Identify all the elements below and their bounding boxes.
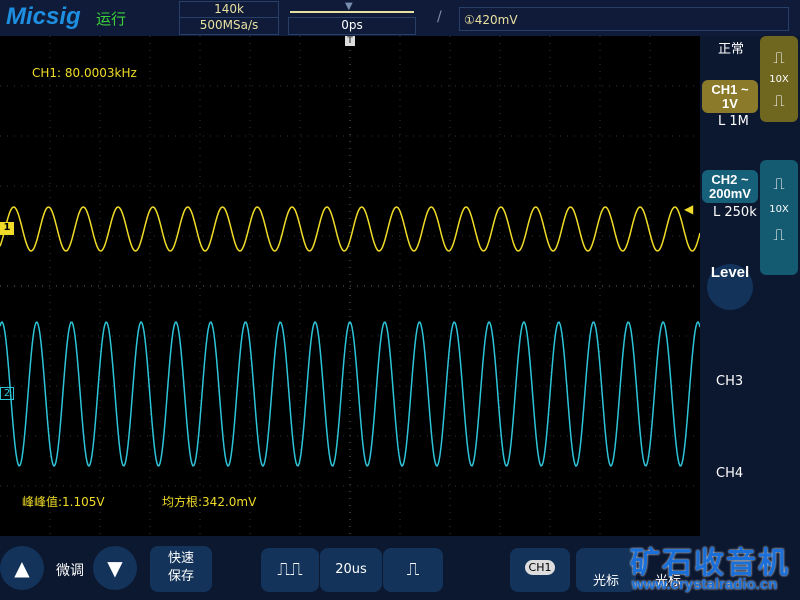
timebase-increase-button[interactable]: ⎍ xyxy=(383,548,443,592)
ch2-settings[interactable]: CH2 ~200mV xyxy=(702,170,758,203)
ch1-waveform xyxy=(0,206,701,252)
ch2-probe: 10X xyxy=(769,204,789,215)
ch1-probe: 10X xyxy=(769,74,789,85)
pulse-icon: ⎍ xyxy=(773,174,785,193)
fine-up-button[interactable]: ▲ xyxy=(0,546,44,590)
ch1-name: CH1 ~ xyxy=(711,82,749,97)
acquire-mode[interactable]: 正常 xyxy=(718,38,744,57)
trigger-level-arrow-icon[interactable]: ◀ xyxy=(684,202,693,216)
memory-depth[interactable]: 140k xyxy=(179,1,279,18)
ch4-button[interactable]: CH4 xyxy=(716,466,743,481)
ch2-offset-marker[interactable]: 2 xyxy=(0,387,14,400)
fine-adjust-label: 微调 xyxy=(56,563,84,579)
fine-down-button[interactable]: ▼ xyxy=(93,546,137,590)
ch1-settings[interactable]: CH1 ~1V xyxy=(702,80,758,113)
waveform-svg xyxy=(0,36,701,536)
timebase-decrease-button[interactable]: ⎍⎍ xyxy=(261,548,319,592)
top-bar: Micsig 运行 140k 500MSa/s ▼ 0ps / ①420mV xyxy=(0,0,800,36)
ch1-probe-panel[interactable]: ⎍ 10X ⎍ xyxy=(760,36,798,122)
watermark-url: www.crystalradio.cn xyxy=(632,576,778,593)
ch2-scale: 200mV xyxy=(709,186,751,201)
channel-select-button[interactable]: CH1 xyxy=(510,548,570,592)
quick-save-button[interactable]: 快速 保存 xyxy=(150,546,212,592)
ch1-scale: 1V xyxy=(722,96,738,111)
ch2-probe-panel[interactable]: ⎍ 10X ⎍ xyxy=(760,160,798,275)
level-knob[interactable]: Level xyxy=(707,264,753,310)
ch2-name: CH2 ~ xyxy=(711,172,749,187)
pulse-icon: ⎍ xyxy=(773,48,785,67)
ch1-offset-marker[interactable]: 1 xyxy=(0,222,14,235)
ch3-button[interactable]: CH3 xyxy=(716,374,743,389)
logo: Micsig xyxy=(6,3,81,30)
trigger-position-marker-icon: ▼ xyxy=(345,1,353,12)
ch2-impedance: L 250k xyxy=(713,205,757,220)
rms-measurement: 均方根:342.0mV xyxy=(162,495,257,509)
peak-to-peak-measurement: 峰峰值:1.105V xyxy=(22,495,105,509)
timebase-value[interactable]: 20us xyxy=(320,548,382,592)
cursor-button[interactable]: 光标 xyxy=(576,548,636,592)
pulse-icon: ⎍ xyxy=(773,91,785,110)
trigger-position[interactable]: 0ps xyxy=(288,17,416,35)
pulse-icon: ⎍ xyxy=(773,225,785,244)
ch1-select: CH1 xyxy=(524,560,556,575)
ch1-impedance: L 1M xyxy=(718,114,749,129)
run-state[interactable]: 运行 xyxy=(96,8,126,29)
frequency-measurement: CH1: 80.0003kHz xyxy=(32,66,137,80)
trigger-time-marker[interactable]: T xyxy=(345,36,355,46)
sample-rate[interactable]: 500MSa/s xyxy=(179,17,279,35)
waveform-display[interactable]: CH1: 80.0003kHz 峰峰值:1.105V 均方根:342.0mV 1… xyxy=(0,36,701,536)
rising-edge-icon[interactable]: / xyxy=(437,9,442,25)
trigger-level[interactable]: ①420mV xyxy=(459,7,789,31)
